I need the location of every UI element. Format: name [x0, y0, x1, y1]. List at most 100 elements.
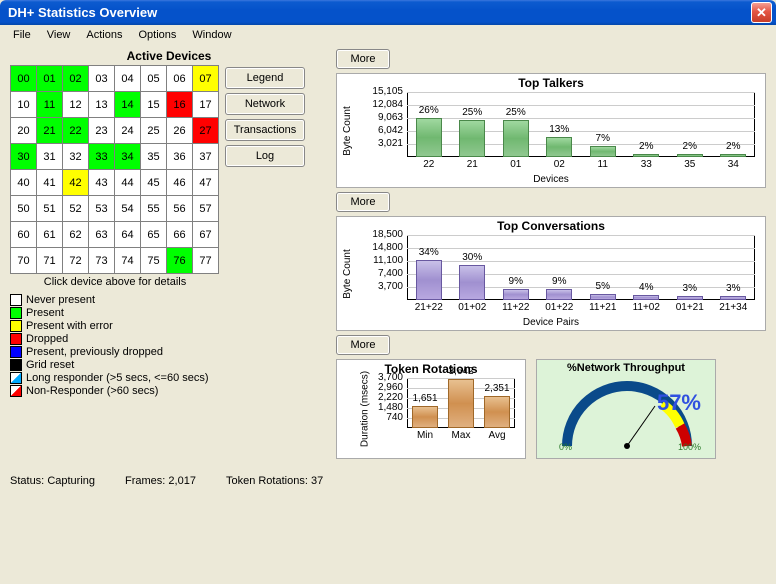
device-cell[interactable]: 27 — [193, 118, 219, 144]
device-cell[interactable]: 07 — [193, 66, 219, 92]
device-cell[interactable]: 65 — [141, 222, 167, 248]
gauge-title: %Network Throughput — [537, 360, 715, 376]
device-cell[interactable]: 34 — [115, 144, 141, 170]
y-tick: 18,500 — [372, 229, 403, 240]
device-cell[interactable]: 72 — [63, 248, 89, 274]
network-button[interactable]: Network — [225, 93, 305, 115]
device-cell[interactable]: 33 — [89, 144, 115, 170]
more-button-token[interactable]: More — [336, 335, 390, 355]
bar-value-label: 25% — [506, 107, 526, 118]
bar-value-label: 2% — [683, 141, 697, 152]
device-cell[interactable]: 61 — [37, 222, 63, 248]
device-cell[interactable]: 10 — [11, 92, 37, 118]
device-cell[interactable]: 55 — [141, 196, 167, 222]
device-cell[interactable]: 44 — [115, 170, 141, 196]
device-cell[interactable]: 64 — [115, 222, 141, 248]
device-cell[interactable]: 31 — [37, 144, 63, 170]
menu-window[interactable]: Window — [185, 27, 238, 43]
category-label: 01+02 — [452, 302, 492, 313]
device-cell[interactable]: 36 — [167, 144, 193, 170]
transactions-button[interactable]: Transactions — [225, 119, 305, 141]
device-cell[interactable]: 16 — [167, 92, 193, 118]
device-cell[interactable]: 57 — [193, 196, 219, 222]
legend-swatch — [10, 294, 22, 306]
menu-actions[interactable]: Actions — [79, 27, 129, 43]
device-cell[interactable]: 47 — [193, 170, 219, 196]
y-axis-label: Duration (msecs) — [359, 371, 370, 447]
device-cell[interactable]: 21 — [37, 118, 63, 144]
device-cell[interactable]: 24 — [115, 118, 141, 144]
device-cell[interactable]: 43 — [89, 170, 115, 196]
device-cell[interactable]: 02 — [63, 66, 89, 92]
device-cell[interactable]: 74 — [115, 248, 141, 274]
device-cell[interactable]: 41 — [37, 170, 63, 196]
bar-value-label: 1,651 — [412, 393, 437, 404]
device-cell[interactable]: 37 — [193, 144, 219, 170]
menu-file[interactable]: File — [6, 27, 38, 43]
device-cell[interactable]: 62 — [63, 222, 89, 248]
top-conversations-chart: Top ConversationsByte Count18,50014,8001… — [336, 216, 766, 331]
device-cell[interactable]: 26 — [167, 118, 193, 144]
device-cell[interactable]: 30 — [11, 144, 37, 170]
device-cell[interactable]: 66 — [167, 222, 193, 248]
bar: 3% — [720, 296, 746, 300]
device-cell[interactable]: 73 — [89, 248, 115, 274]
device-cell[interactable]: 76 — [167, 248, 193, 274]
y-tick: 7,400 — [378, 268, 403, 279]
device-cell[interactable]: 22 — [63, 118, 89, 144]
device-cell[interactable]: 52 — [63, 196, 89, 222]
legend-row: Present — [10, 307, 328, 319]
device-cell[interactable]: 25 — [141, 118, 167, 144]
device-cell[interactable]: 54 — [115, 196, 141, 222]
device-cell[interactable]: 17 — [193, 92, 219, 118]
device-cell[interactable]: 15 — [141, 92, 167, 118]
bar-value-label: 25% — [462, 107, 482, 118]
device-cell[interactable]: 50 — [11, 196, 37, 222]
device-cell[interactable]: 13 — [89, 92, 115, 118]
device-cell[interactable]: 60 — [11, 222, 37, 248]
category-label: 21 — [452, 159, 492, 170]
more-button-talkers[interactable]: More — [336, 49, 390, 69]
device-cell[interactable]: 06 — [167, 66, 193, 92]
device-cell[interactable]: 63 — [89, 222, 115, 248]
device-cell[interactable]: 46 — [167, 170, 193, 196]
device-cell[interactable]: 71 — [37, 248, 63, 274]
device-cell[interactable]: 04 — [115, 66, 141, 92]
device-cell[interactable]: 03 — [89, 66, 115, 92]
device-cell[interactable]: 35 — [141, 144, 167, 170]
menu-options[interactable]: Options — [131, 27, 183, 43]
window-title: DH+ Statistics Overview — [4, 5, 751, 20]
device-cell[interactable]: 20 — [11, 118, 37, 144]
device-cell[interactable]: 45 — [141, 170, 167, 196]
device-cell[interactable]: 00 — [11, 66, 37, 92]
device-cell[interactable]: 01 — [37, 66, 63, 92]
bar: 2% — [720, 154, 746, 157]
legend-button[interactable]: Legend — [225, 67, 305, 89]
device-cell[interactable]: 23 — [89, 118, 115, 144]
legend-label: Present, previously dropped — [26, 346, 163, 358]
device-cell[interactable]: 11 — [37, 92, 63, 118]
more-button-conversations[interactable]: More — [336, 192, 390, 212]
device-cell[interactable]: 70 — [11, 248, 37, 274]
device-cell[interactable]: 42 — [63, 170, 89, 196]
bar: 13% — [546, 137, 572, 157]
category-label: 21+22 — [409, 302, 449, 313]
device-cell[interactable]: 51 — [37, 196, 63, 222]
close-icon[interactable]: ✕ — [751, 2, 772, 23]
y-axis-label: Byte Count — [342, 249, 353, 298]
device-cell[interactable]: 12 — [63, 92, 89, 118]
device-cell[interactable]: 67 — [193, 222, 219, 248]
bar-value-label: 4% — [639, 282, 653, 293]
device-cell[interactable]: 56 — [167, 196, 193, 222]
device-cell[interactable]: 14 — [115, 92, 141, 118]
device-cell[interactable]: 32 — [63, 144, 89, 170]
device-cell[interactable]: 40 — [11, 170, 37, 196]
device-cell[interactable]: 05 — [141, 66, 167, 92]
category-label: 21+34 — [713, 302, 753, 313]
bar-value-label: 34% — [419, 247, 439, 258]
device-cell[interactable]: 75 — [141, 248, 167, 274]
device-cell[interactable]: 53 — [89, 196, 115, 222]
device-cell[interactable]: 77 — [193, 248, 219, 274]
menu-view[interactable]: View — [40, 27, 78, 43]
log-button[interactable]: Log — [225, 145, 305, 167]
